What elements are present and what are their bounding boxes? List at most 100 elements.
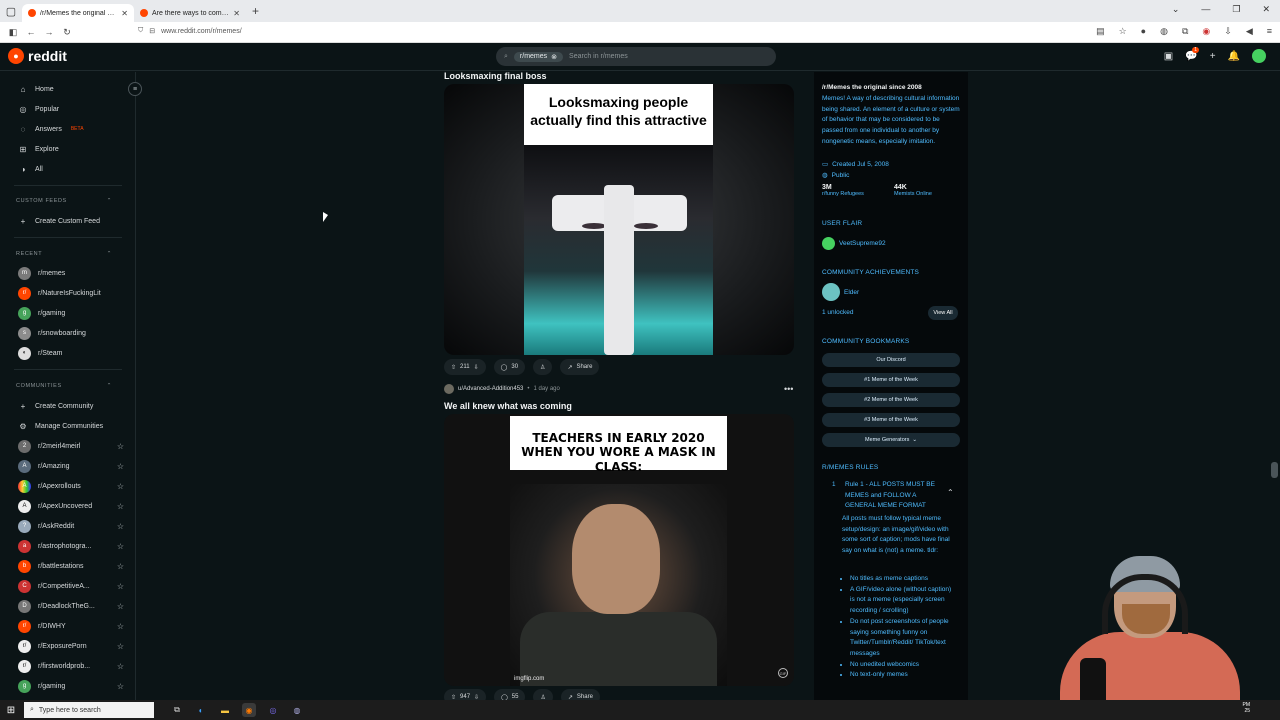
post-media[interactable]: TEACHERS IN EARLY 2020 WHEN YOU WORE A M… bbox=[444, 414, 794, 686]
minimize-icon[interactable]: — bbox=[1201, 4, 1210, 15]
favorite-star-icon[interactable]: ☆ bbox=[117, 522, 124, 531]
meme-generators-dropdown[interactable]: Meme Generators ⌄ bbox=[822, 433, 960, 447]
back-icon[interactable]: ← bbox=[22, 27, 40, 37]
windows-start-icon[interactable]: ⊞ bbox=[0, 705, 22, 716]
profile-icon[interactable]: ◍ bbox=[1160, 26, 1168, 37]
firefox-icon[interactable]: ◉ bbox=[242, 703, 256, 717]
favorite-star-icon[interactable]: ☆ bbox=[117, 482, 124, 491]
taskbar-search-input[interactable]: ⌕ Type here to search bbox=[24, 702, 154, 718]
more-options-icon[interactable]: ••• bbox=[784, 384, 793, 394]
rule-title[interactable]: Rule 1 - ALL POSTS MUST BE MEMES and FOL… bbox=[845, 480, 943, 512]
recent-item-memes[interactable]: m r/memes bbox=[18, 266, 118, 280]
extension-red-icon[interactable]: ◉ bbox=[1202, 26, 1210, 37]
favorite-star-icon[interactable]: ☆ bbox=[117, 502, 124, 511]
recent-item-gaming[interactable]: g r/gaming bbox=[18, 306, 118, 320]
community-item[interactable]: C r/CompetitiveA... ☆ bbox=[18, 579, 124, 593]
community-item[interactable]: r/ r/DIWHY ☆ bbox=[18, 619, 124, 633]
create-community-link[interactable]: + Create Community bbox=[18, 399, 118, 413]
community-item[interactable]: A r/Amazing ☆ bbox=[18, 459, 124, 473]
url-field[interactable]: ⛉ ⊟ www.reddit.com/r/memes/ bbox=[138, 27, 242, 35]
advertise-icon[interactable]: ▣ bbox=[1164, 51, 1173, 62]
community-item[interactable]: r/ r/firstworldprob... ☆ bbox=[18, 659, 124, 673]
manage-communities-link[interactable]: ⚙ Manage Communities bbox=[18, 419, 118, 433]
site-info-icon[interactable]: ⊟ bbox=[149, 27, 155, 35]
browser-tab-question[interactable]: Are there ways to combat light ✕ bbox=[134, 4, 246, 22]
clear-chip-icon[interactable]: ⊗ bbox=[551, 53, 557, 61]
edge-icon[interactable]: ◐ bbox=[194, 703, 208, 717]
subreddit-search-chip[interactable]: r/memes ⊗ bbox=[513, 51, 564, 62]
new-tab-icon[interactable]: + bbox=[252, 4, 259, 18]
refresh-icon[interactable]: ↻ bbox=[58, 27, 76, 38]
recent-item-natureisfuckinglit[interactable]: r/ r/NatureIsFuckingLit bbox=[18, 286, 118, 300]
page-scrollbar[interactable] bbox=[1270, 72, 1280, 700]
community-item[interactable]: 2 r/2meirl4meirl ☆ bbox=[18, 439, 124, 453]
tab-actions-icon[interactable]: ◧ bbox=[4, 27, 22, 38]
forward-icon[interactable]: → bbox=[40, 27, 58, 37]
sidebar-toggle-icon[interactable]: ▢ bbox=[0, 0, 22, 22]
steam-icon[interactable]: ◍ bbox=[290, 703, 304, 717]
user-avatar[interactable] bbox=[1252, 49, 1266, 63]
community-item[interactable]: A r/Apexrollouts ☆ bbox=[18, 479, 124, 493]
community-item[interactable]: ? r/AskReddit ☆ bbox=[18, 519, 124, 533]
puzzle-icon[interactable]: ⧉ bbox=[1182, 26, 1188, 37]
bookmark-discord-button[interactable]: Our Discord bbox=[822, 353, 960, 367]
recent-item-snowboarding[interactable]: s r/snowboarding bbox=[18, 326, 118, 340]
nav-item-all[interactable]: ◑ All bbox=[18, 162, 118, 176]
taskbar-clock[interactable]: PM 25 bbox=[1243, 702, 1251, 714]
award-button[interactable]: ♙ bbox=[533, 359, 553, 375]
collapse-sidebar-icon[interactable]: ≡ bbox=[128, 82, 142, 96]
nav-item-explore[interactable]: ⊞ Explore bbox=[18, 142, 118, 156]
nav-item-home[interactable]: ⌂ Home bbox=[18, 82, 118, 96]
community-item[interactable]: a r/astrophotogra... ☆ bbox=[18, 539, 124, 553]
reader-view-icon[interactable]: ▤ bbox=[1096, 26, 1105, 37]
task-view-icon[interactable]: ⧉ bbox=[170, 703, 184, 717]
downvote-icon[interactable]: ⇩ bbox=[474, 364, 479, 371]
comments-button[interactable]: ◯ 30 bbox=[493, 359, 526, 375]
menu-icon[interactable]: ≡ bbox=[1267, 26, 1272, 37]
vote-control[interactable]: ⇧ 211 ⇩ bbox=[444, 359, 486, 375]
post-media[interactable]: Looksmaxing people actually find this at… bbox=[444, 84, 794, 355]
favorite-star-icon[interactable]: ☆ bbox=[117, 602, 124, 611]
view-all-button[interactable]: View All bbox=[928, 306, 958, 320]
bookmark-meme-week-3-button[interactable]: #3 Meme of the Week bbox=[822, 413, 960, 427]
close-tab-icon[interactable]: ✕ bbox=[121, 9, 128, 18]
favorite-star-icon[interactable]: ☆ bbox=[117, 662, 124, 671]
create-custom-feed-link[interactable]: + Create Custom Feed bbox=[18, 214, 118, 228]
custom-feeds-header[interactable]: CUSTOM FEEDS ⌃ bbox=[16, 198, 112, 204]
upvote-icon[interactable]: ⇧ bbox=[451, 364, 456, 371]
chevron-up-icon[interactable]: ⌃ bbox=[947, 488, 954, 497]
favorite-star-icon[interactable]: ☆ bbox=[117, 542, 124, 551]
chevron-down-icon[interactable]: ⌄ bbox=[1172, 4, 1180, 15]
favorite-star-icon[interactable]: ☆ bbox=[117, 582, 124, 591]
downloads-icon[interactable]: ⇩ bbox=[1224, 26, 1232, 37]
post-title[interactable]: Looksmaxing final boss bbox=[444, 71, 547, 81]
community-item[interactable]: r/ r/ExposurePorn ☆ bbox=[18, 639, 124, 653]
community-item[interactable]: A r/ApexUncovered ☆ bbox=[18, 499, 124, 513]
community-item[interactable]: b r/battlestations ☆ bbox=[18, 559, 124, 573]
user-flair[interactable]: VeetSupreme92 bbox=[822, 237, 886, 250]
search-input[interactable]: ⌕ r/memes ⊗ Search in r/memes bbox=[496, 47, 776, 66]
volume-icon[interactable]: ◀ bbox=[1246, 26, 1253, 37]
favorite-star-icon[interactable]: ☆ bbox=[117, 562, 124, 571]
favorite-star-icon[interactable]: ☆ bbox=[117, 682, 124, 691]
restore-icon[interactable]: ❐ bbox=[1232, 4, 1240, 15]
favorite-star-icon[interactable]: ☆ bbox=[117, 642, 124, 651]
create-post-icon[interactable]: + bbox=[1210, 51, 1216, 62]
community-item[interactable]: g r/gaming ☆ bbox=[18, 679, 124, 693]
bookmark-meme-week-1-button[interactable]: #1 Meme of the Week bbox=[822, 373, 960, 387]
favorite-star-icon[interactable]: ☆ bbox=[117, 442, 124, 451]
share-button[interactable]: ↗ Share bbox=[560, 359, 600, 375]
favorite-star-icon[interactable]: ☆ bbox=[117, 622, 124, 631]
bookmark-star-icon[interactable]: ☆ bbox=[1119, 26, 1127, 37]
username-link[interactable]: u/Advanced-Addition453 bbox=[458, 386, 523, 392]
post-title[interactable]: We all knew what was coming bbox=[444, 401, 572, 411]
file-explorer-icon[interactable]: ▬ bbox=[218, 703, 232, 717]
favorite-star-icon[interactable]: ☆ bbox=[117, 462, 124, 471]
close-tab-icon[interactable]: ✕ bbox=[233, 9, 240, 18]
community-item[interactable]: D r/DeadlockTheG... ☆ bbox=[18, 599, 124, 613]
nav-item-answers[interactable]: ◌ Answers BETA bbox=[18, 122, 118, 136]
browser-tab-memes[interactable]: /r/Memes the original since 20 ✕ bbox=[22, 4, 134, 22]
recent-item-steam[interactable]: ◐ r/Steam bbox=[18, 346, 118, 360]
nav-item-popular[interactable]: ◎ Popular bbox=[18, 102, 118, 116]
close-window-icon[interactable]: ✕ bbox=[1262, 4, 1270, 15]
